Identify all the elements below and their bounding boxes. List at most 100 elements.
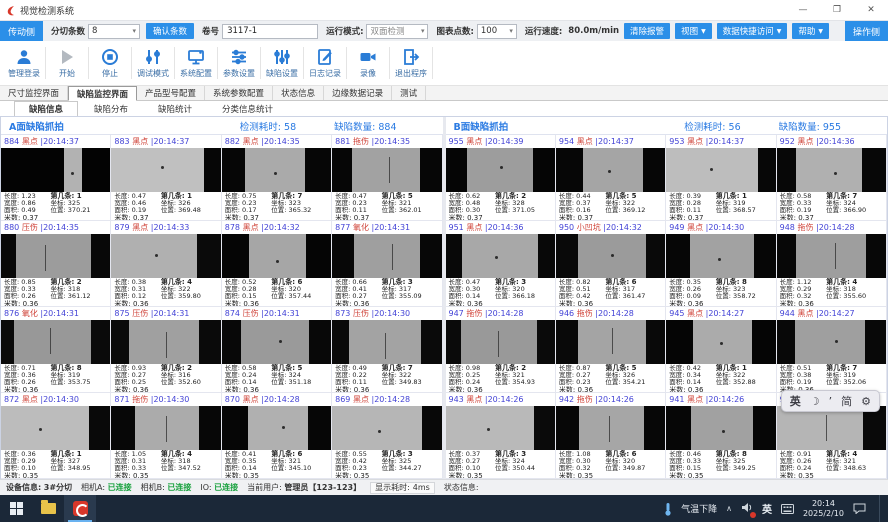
- defect-settings-button[interactable]: 缺陷设置: [262, 48, 302, 79]
- defect-image[interactable]: [666, 234, 775, 278]
- defect-cell[interactable]: 951 黑点 |20:14:36 长度: 0.47 宽度: 0.30 面积: 0…: [446, 221, 556, 307]
- subtab-defect-statistics[interactable]: 缺陷统计: [144, 102, 206, 116]
- defect-cell[interactable]: 874 压伤 |20:14:31 长度: 0.58 宽度: 0.24 面积: 0…: [222, 307, 332, 393]
- defect-image[interactable]: [222, 320, 331, 364]
- defect-image[interactable]: [332, 320, 441, 364]
- defect-cell[interactable]: 953 黑点 |20:14:37 长度: 0.39 宽度: 0.28 面积: 0…: [666, 135, 776, 221]
- defect-cell[interactable]: 943 黑点 |20:14:26 长度: 0.37 宽度: 0.27 面积: 0…: [446, 393, 556, 479]
- chart-points-select[interactable]: 100 ▾: [477, 24, 517, 39]
- defect-image[interactable]: [777, 320, 886, 364]
- show-desktop-button[interactable]: [879, 495, 884, 522]
- defect-cell[interactable]: 950 小凹坑 |20:14:32 长度: 0.82 宽度: 0.51 面积: …: [556, 221, 666, 307]
- data-quick-access-menu-button[interactable]: 数据快捷访问▼: [717, 23, 788, 39]
- roll-number-input[interactable]: [222, 24, 318, 39]
- defect-cell[interactable]: 882 黑点 |20:14:35 长度: 0.75 宽度: 0.23 面积: 0…: [222, 135, 332, 221]
- defect-cell[interactable]: 873 压伤 |20:14:30 长度: 0.49 宽度: 0.22 面积: 0…: [332, 307, 442, 393]
- defect-image[interactable]: [1, 406, 110, 450]
- subtab-defect-info[interactable]: 缺陷信息: [14, 101, 78, 116]
- defect-cell[interactable]: 878 黑点 |20:14:32 长度: 0.52 宽度: 0.28 面积: 0…: [222, 221, 332, 307]
- log-record-button[interactable]: 日志记录: [305, 48, 345, 79]
- defect-cell[interactable]: 875 压伤 |20:14:31 长度: 0.93 宽度: 0.27 面积: 0…: [111, 307, 221, 393]
- defect-cell[interactable]: 883 黑点 |20:14:37 长度: 0.47 宽度: 0.46 面积: 0…: [111, 135, 221, 221]
- defect-cell[interactable]: 949 黑点 |20:14:30 长度: 0.35 宽度: 0.26 面积: 0…: [666, 221, 776, 307]
- defect-cell[interactable]: 881 拖伤 |20:14:35 长度: 0.47 宽度: 0.23 面积: 0…: [332, 135, 442, 221]
- drive-side-button[interactable]: 传动侧: [0, 21, 43, 41]
- exit-program-button[interactable]: 退出程序: [391, 48, 431, 79]
- volume-button[interactable]: [741, 502, 753, 516]
- defect-cell[interactable]: 947 拖伤 |20:14:28 长度: 0.98 宽度: 0.25 面积: 0…: [446, 307, 556, 393]
- tab-system-param-config[interactable]: 系统参数配置: [205, 86, 273, 100]
- defect-image[interactable]: [222, 148, 331, 192]
- defect-cell[interactable]: 879 黑点 |20:14:33 长度: 0.38 宽度: 0.31 面积: 0…: [111, 221, 221, 307]
- defect-cell[interactable]: 946 拖伤 |20:14:28 长度: 0.87 宽度: 0.27 面积: 0…: [556, 307, 666, 393]
- defect-image[interactable]: [1, 320, 110, 364]
- slit-count-select[interactable]: 8 ▾: [88, 24, 140, 39]
- defect-image[interactable]: [111, 148, 220, 192]
- debug-mode-button[interactable]: 调试模式: [133, 48, 173, 79]
- minimize-button[interactable]: —: [786, 1, 820, 19]
- maximize-button[interactable]: ❐: [820, 1, 854, 19]
- defect-cell[interactable]: 876 氧化 |20:14:31 长度: 0.71 宽度: 0.36 面积: 0…: [1, 307, 111, 393]
- defect-image[interactable]: [111, 234, 220, 278]
- defect-image[interactable]: [222, 234, 331, 278]
- run-mode-select[interactable]: 双面检测 ▾: [366, 24, 428, 39]
- subtab-class-info-statistics[interactable]: 分类信息统计: [208, 102, 287, 116]
- ime-lang-toggle[interactable]: 英: [790, 396, 801, 407]
- defect-cell[interactable]: 880 压伤 |20:14:35 长度: 0.85 宽度: 0.33 面积: 0…: [1, 221, 111, 307]
- defect-image[interactable]: [446, 234, 555, 278]
- defect-cell[interactable]: 944 黑点 |20:14:27 长度: 0.51 宽度: 0.38 面积: 0…: [777, 307, 887, 393]
- start-button[interactable]: [0, 495, 32, 522]
- ime-bar[interactable]: 英 ☽ ’ 简 ⚙: [781, 390, 880, 412]
- action-center-icon[interactable]: [853, 503, 866, 514]
- defect-image[interactable]: [222, 406, 331, 450]
- defect-image[interactable]: [332, 406, 441, 450]
- system-config-button[interactable]: 系统配置: [176, 48, 216, 79]
- punctuation-toggle[interactable]: ’: [829, 396, 833, 407]
- gear-icon[interactable]: ⚙: [861, 396, 871, 407]
- defect-cell[interactable]: 877 氧化 |20:14:31 长度: 0.66 宽度: 0.41 面积: 0…: [332, 221, 442, 307]
- start-button[interactable]: 开始: [47, 48, 87, 79]
- defect-image[interactable]: [446, 406, 555, 450]
- keyboard-icon[interactable]: [781, 504, 794, 514]
- video-record-button[interactable]: 录像: [348, 48, 388, 79]
- defect-cell[interactable]: 871 拖伤 |20:14:30 长度: 1.05 宽度: 0.31 面积: 0…: [111, 393, 221, 479]
- weather-text[interactable]: 气温下降: [681, 502, 717, 515]
- clock[interactable]: 20:14 2025/2/10: [803, 499, 844, 518]
- parameter-settings-button[interactable]: 参数设置: [219, 48, 259, 79]
- defect-cell[interactable]: 870 黑点 |20:14:28 长度: 0.41 宽度: 0.35 面积: 0…: [222, 393, 332, 479]
- inspection-app-taskbar-button[interactable]: [64, 495, 96, 522]
- defect-image[interactable]: [1, 234, 110, 278]
- tab-product-model-config[interactable]: 产品型号配置: [137, 86, 205, 100]
- subtab-defect-distribution[interactable]: 缺陷分布: [80, 102, 142, 116]
- defect-image[interactable]: [111, 320, 220, 364]
- defect-image[interactable]: [446, 320, 555, 364]
- tab-size-monitor[interactable]: 尺寸监控界面: [0, 86, 68, 100]
- defect-image[interactable]: [556, 234, 665, 278]
- defect-image[interactable]: [332, 148, 441, 192]
- view-menu-button[interactable]: 视图▼: [675, 23, 712, 39]
- clear-alarm-button[interactable]: 清除报警: [624, 23, 670, 39]
- moon-icon[interactable]: ☽: [810, 396, 820, 407]
- defect-cell[interactable]: 948 拖伤 |20:14:28 长度: 1.12 宽度: 0.29 面积: 0…: [777, 221, 887, 307]
- tab-status-info[interactable]: 状态信息: [273, 86, 324, 100]
- defect-cell[interactable]: 945 黑点 |20:14:27 长度: 0.42 宽度: 0.34 面积: 0…: [666, 307, 776, 393]
- defect-cell[interactable]: 955 黑点 |20:14:39 长度: 0.62 宽度: 0.48 面积: 0…: [446, 135, 556, 221]
- stop-button[interactable]: 停止: [90, 48, 130, 79]
- defect-image[interactable]: [556, 148, 665, 192]
- help-menu-button[interactable]: 帮助▼: [792, 23, 829, 39]
- defect-image[interactable]: [666, 406, 775, 450]
- operate-side-button[interactable]: 操作侧: [845, 21, 888, 41]
- defect-image[interactable]: [446, 148, 555, 192]
- hidden-icons-chevron[interactable]: ∧: [726, 504, 732, 513]
- defect-cell[interactable]: 941 黑点 |20:14:26 长度: 0.46 宽度: 0.33 面积: 0…: [666, 393, 776, 479]
- file-explorer-button[interactable]: [32, 495, 64, 522]
- defect-cell[interactable]: 954 黑点 |20:14:37 长度: 0.44 宽度: 0.37 面积: 0…: [556, 135, 666, 221]
- admin-login-button[interactable]: 管理登录: [4, 48, 44, 79]
- defect-cell[interactable]: 872 黑点 |20:14:30 长度: 0.36 宽度: 0.29 面积: 0…: [1, 393, 111, 479]
- input-language-indicator[interactable]: 英: [762, 501, 772, 516]
- defect-image[interactable]: [332, 234, 441, 278]
- defect-image[interactable]: [777, 234, 886, 278]
- defect-cell[interactable]: 869 黑点 |20:14:28 长度: 0.55 宽度: 0.42 面积: 0…: [332, 393, 442, 479]
- tab-test[interactable]: 测试: [392, 86, 426, 100]
- defect-image[interactable]: [777, 148, 886, 192]
